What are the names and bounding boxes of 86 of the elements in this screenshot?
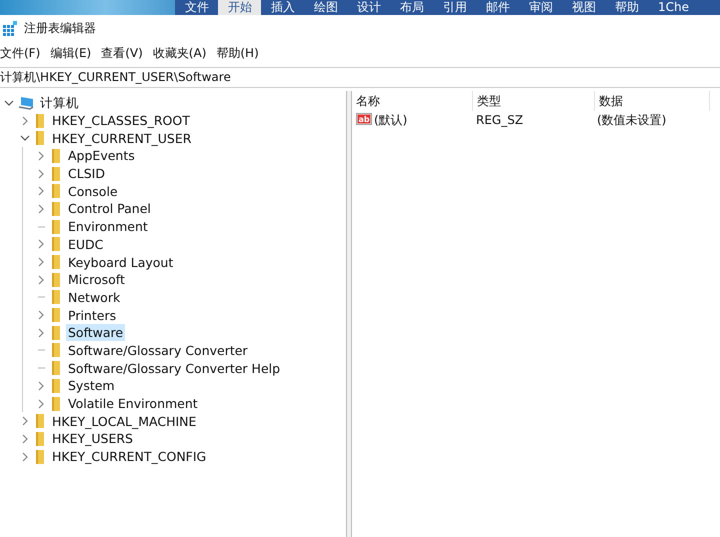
table-cell-text: REG_SZ — [475, 113, 524, 127]
menu-item[interactable]: 编辑(E) — [50, 44, 92, 62]
menu-item[interactable]: 文件(F) — [0, 44, 40, 62]
chevron-right-icon[interactable] — [36, 328, 46, 338]
tree-item[interactable]: CLSID — [66, 165, 107, 182]
folder-icon — [34, 414, 46, 428]
ribbon-tab[interactable]: 布局 — [390, 0, 433, 15]
tree-item[interactable]: HKEY_USERS — [50, 430, 135, 448]
chevron-right-icon[interactable] — [20, 416, 30, 426]
column-header[interactable]: 数据 — [595, 91, 710, 111]
tree-item[interactable]: EUDC — [66, 236, 106, 253]
chevron-right-icon[interactable] — [36, 257, 46, 268]
menu-item[interactable]: 查看(V) — [101, 44, 143, 62]
chevron-right-icon[interactable] — [36, 168, 46, 179]
ribbon-tab[interactable]: 邮件 — [476, 0, 519, 15]
chevron-right-icon[interactable] — [36, 239, 46, 250]
table-cell-text: (数值未设置) — [596, 112, 668, 128]
tree-item[interactable]: AppEvents — [66, 147, 137, 164]
menu-item[interactable]: 帮助(H) — [216, 44, 259, 62]
folder-icon — [50, 148, 62, 163]
folder-icon — [50, 237, 62, 252]
folder-icon — [50, 290, 62, 304]
ribbon-tab[interactable]: 审阅 — [519, 0, 562, 15]
tree-item[interactable]: Microsoft — [66, 271, 127, 288]
tree-item[interactable]: Environment — [66, 218, 150, 236]
ribbon-tab[interactable]: 帮助 — [605, 0, 648, 15]
chevron-right-icon[interactable] — [36, 310, 46, 320]
chevron-right-icon[interactable] — [20, 434, 30, 444]
tree-item[interactable]: HKEY_CURRENT_USER — [50, 130, 194, 147]
tree-item[interactable]: Printers — [66, 306, 118, 324]
chevron-right-icon[interactable] — [36, 204, 46, 214]
folder-icon — [34, 114, 46, 128]
folder-icon — [50, 343, 62, 358]
ribbon-tab[interactable]: 1Che — [648, 0, 698, 15]
folder-icon — [50, 361, 62, 376]
menu-item[interactable]: 收藏夹(A) — [152, 44, 206, 62]
folder-icon — [50, 378, 62, 393]
tree-item[interactable]: Software/Glossary Converter Help — [66, 360, 282, 377]
folder-icon — [50, 220, 62, 234]
chevron-right-icon[interactable] — [36, 274, 46, 285]
chevron-right-icon[interactable] — [20, 116, 30, 126]
folder-icon — [50, 272, 62, 287]
registry-icon — [2, 20, 18, 36]
tree-item[interactable]: HKEY_CURRENT_CONFIG — [50, 448, 208, 466]
folder-icon — [34, 432, 46, 446]
tree-item[interactable]: Software — [66, 324, 126, 342]
folder-icon — [34, 131, 46, 146]
ribbon-tab[interactable]: 引用 — [433, 0, 476, 15]
address-field[interactable]: 计算机\HKEY_CURRENT_USER\Software — [0, 67, 720, 88]
folder-icon — [50, 326, 62, 340]
folder-icon — [34, 450, 46, 464]
computer-icon — [18, 96, 34, 110]
chevron-right-icon[interactable] — [36, 380, 46, 391]
folder-icon — [50, 396, 62, 411]
folder-icon — [50, 184, 62, 198]
table-cell: (默认) — [374, 112, 408, 128]
chevron-right-icon[interactable] — [36, 398, 46, 409]
ribbon-tab[interactable]: 视图 — [562, 0, 605, 15]
ribbon-tab[interactable]: 文件 — [175, 0, 218, 15]
tree-item[interactable]: Volatile Environment — [66, 395, 200, 412]
chevron-right-icon[interactable] — [36, 150, 46, 161]
tree-item[interactable]: Control Panel — [66, 200, 153, 218]
folder-icon — [50, 166, 62, 181]
ribbon-tab[interactable]: 设计 — [347, 0, 390, 15]
column-header[interactable]: 名称 — [352, 91, 473, 111]
tree-item[interactable]: Software/Glossary Converter — [66, 342, 250, 359]
chevron-down-icon[interactable] — [20, 133, 30, 144]
ribbon-tab[interactable]: 插入 — [261, 0, 304, 15]
tree-item[interactable]: HKEY_CLASSES_ROOT — [50, 112, 192, 130]
tree-item[interactable]: Keyboard Layout — [66, 254, 176, 271]
ribbon-tab[interactable]: 开始 — [218, 0, 261, 15]
window-title: 注册表编辑器 — [24, 20, 96, 37]
tree-item[interactable]: Network — [66, 288, 122, 306]
chevron-down-icon[interactable] — [4, 98, 14, 108]
ribbon-tab[interactable]: 绘图 — [304, 0, 347, 15]
chevron-right-icon[interactable] — [36, 186, 46, 196]
folder-icon — [50, 202, 62, 216]
tree-item[interactable]: Console — [66, 182, 120, 200]
tree-item[interactable]: 计算机 — [38, 94, 81, 112]
column-header[interactable]: 类型 — [473, 91, 595, 111]
string-value-icon: ab — [356, 113, 372, 127]
tree-item[interactable]: System — [66, 377, 117, 394]
chevron-right-icon[interactable] — [20, 452, 30, 462]
tree-item[interactable]: HKEY_LOCAL_MACHINE — [50, 412, 198, 430]
folder-icon — [50, 308, 62, 322]
folder-icon — [50, 255, 62, 270]
